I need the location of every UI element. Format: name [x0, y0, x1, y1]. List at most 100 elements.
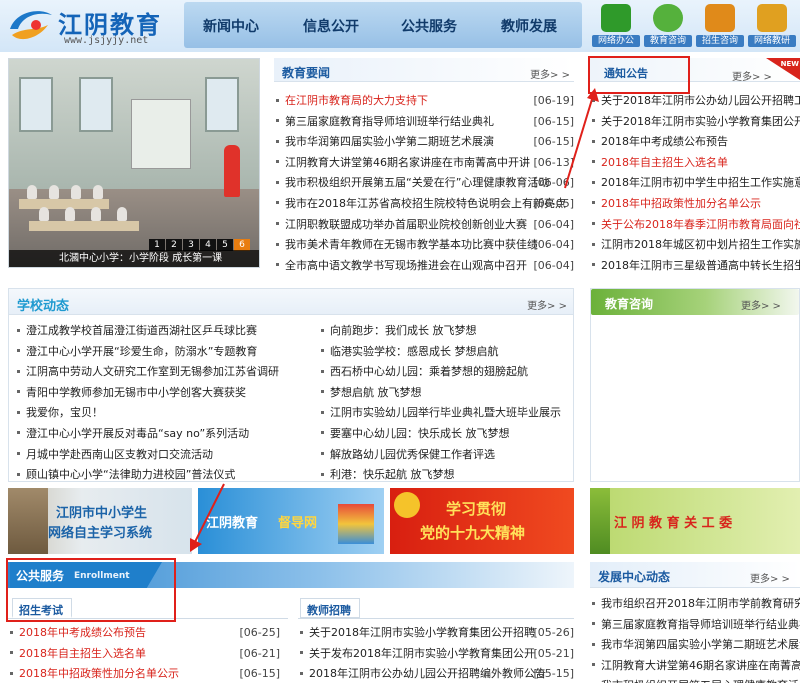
- banner-19th-congress[interactable]: 学习贯彻 党的十九大精神: [390, 488, 574, 554]
- list-item-title[interactable]: 第三届家庭教育指导师培训班举行结业典礼: [601, 618, 800, 631]
- photo-slideshow[interactable]: 123456 北漍中心小学：小学阶段 成长第一课: [8, 58, 260, 268]
- list-item-title[interactable]: 关于发布2018年江阴市实验小学教育集团公开: [309, 647, 535, 660]
- list-item[interactable]: 江阴教育大讲堂第46期名家讲座在市南菁高中开讲 [06-13]: [274, 153, 574, 174]
- list-item[interactable]: 关于2018年江阴市公办幼儿园公开招聘工作人员: [590, 91, 800, 112]
- list-item-title[interactable]: 西石桥中心幼儿园：乘着梦想的翅膀起航: [330, 365, 528, 378]
- list-item-title[interactable]: 2018年江阴市公办幼儿园公开招聘编外教师公告: [309, 667, 546, 680]
- list-item-title[interactable]: 我市积极组织开展第五届“关爱在行”心理健康教育活动: [285, 176, 549, 189]
- list-item-title[interactable]: 解放路幼儿园优秀保健工作者评选: [330, 448, 495, 461]
- slide-caption[interactable]: 北漍中心小学：小学阶段 成长第一课: [9, 250, 259, 267]
- list-item[interactable]: 梦想启航 放飞梦想: [319, 383, 569, 404]
- list-item-title[interactable]: 在江阴市教育局的大力支持下: [285, 94, 428, 107]
- list-item-title[interactable]: 我市积极组织开展第五届心理健康教育活动: [601, 679, 800, 683]
- list-item[interactable]: 澄江中心小学开展反对毒品“say no”系列活动: [15, 424, 285, 445]
- list-item[interactable]: 关于2018年江阴市实验小学教育集团公开招聘: [590, 112, 800, 133]
- consult-more-link[interactable]: 更多> >: [741, 297, 781, 312]
- list-item-title[interactable]: 江阴市实验幼儿园举行毕业典礼暨大班毕业展示: [330, 406, 561, 419]
- list-item-title[interactable]: 临港实验学校：感恩成长 梦想启航: [330, 345, 499, 358]
- school-news-more-link[interactable]: 更多> >: [527, 297, 567, 312]
- list-item[interactable]: 我市积极组织开展第五届心理健康教育活动: [590, 676, 800, 683]
- list-item[interactable]: 在江阴市教育局的大力支持下 [06-19]: [274, 91, 574, 112]
- dev-center-more-link[interactable]: 更多> >: [750, 570, 790, 585]
- list-item[interactable]: 月城中学赴西南山区支教对口交流活动: [15, 445, 285, 466]
- list-item-title[interactable]: 2018年自主招生入选名单: [601, 156, 728, 169]
- list-item[interactable]: 江阴教育大讲堂第46期名家讲座在南菁高中开讲: [590, 656, 800, 677]
- notice-more-link[interactable]: 更多> >: [732, 68, 772, 83]
- list-item-title[interactable]: 江阴教育大讲堂第46期名家讲座在市南菁高中开讲: [285, 156, 530, 169]
- banner-guangong[interactable]: 江 阴 教 育 关 工 委: [590, 488, 800, 554]
- list-item-title[interactable]: 第三届家庭教育指导师培训班举行结业典礼: [285, 115, 494, 128]
- list-item[interactable]: 2018年中考成绩公布预告 [06-25]: [8, 623, 280, 644]
- list-item-title[interactable]: 2018年自主招生入选名单: [19, 647, 146, 660]
- list-item-title[interactable]: 澄江中心小学开展“珍爱生命，防溺水”专题教育: [26, 345, 257, 358]
- list-item-title[interactable]: 梦想启航 放飞梦想: [330, 386, 422, 399]
- list-item[interactable]: 江阴职教联盟成功举办首届职业院校创新创业大赛 [06-04]: [274, 215, 574, 236]
- list-item-title[interactable]: 江阴市2018年城区初中划片招生工作实施意见: [601, 238, 800, 251]
- list-item[interactable]: 第三届家庭教育指导师培训班举行结业典礼 [06-15]: [274, 112, 574, 133]
- quick-link-office[interactable]: 网络办公: [592, 2, 640, 48]
- list-item[interactable]: 要塞中心幼儿园：快乐成长 放飞梦想: [319, 424, 569, 445]
- list-item-title[interactable]: 江阴高中劳动人文研究工作室到无锡参加江苏省调研: [26, 365, 279, 378]
- list-item[interactable]: 我市组织召开2018年江阴市学前教育研究会年会: [590, 594, 800, 615]
- list-item[interactable]: 青阳中学教师参加无锡市中小学创客大赛获奖: [15, 383, 285, 404]
- list-item-title[interactable]: 2018年江阴市三星级普通高中转长生招生简章: [601, 259, 800, 272]
- list-item[interactable]: 关于公布2018年春季江阴市教育局面向社会: [590, 215, 800, 236]
- list-item-title[interactable]: 澄江成教学校首届澄江街道西湖社区乒乓球比赛: [26, 324, 257, 337]
- list-item-title[interactable]: 2018年中招政策性加分名单公示: [19, 667, 179, 680]
- list-item[interactable]: 江阴市2018年城区初中划片招生工作实施意见: [590, 235, 800, 256]
- list-item[interactable]: 解放路幼儿园优秀保健工作者评选: [319, 445, 569, 466]
- list-item-title[interactable]: 青阳中学教师参加无锡市中小学创客大赛获奖: [26, 386, 246, 399]
- news-title[interactable]: 教育要闻: [282, 64, 330, 81]
- nav-item-teacher[interactable]: 教师发展: [484, 16, 574, 36]
- list-item-title[interactable]: 利港：快乐起航 放飞梦想: [330, 468, 455, 481]
- list-item[interactable]: 我爱你，宝贝！: [15, 403, 285, 424]
- banner-learning-system[interactable]: 江阴市中小学生 网络自主学习系统: [8, 488, 192, 554]
- list-item-title[interactable]: 我市美术青年教师在无锡市教学基本功比赛中获佳绩: [285, 238, 538, 251]
- quick-link-consult[interactable]: 教育咨询: [644, 2, 692, 48]
- list-item[interactable]: 关于发布2018年江阴市实验小学教育集团公开 [05-21]: [298, 644, 574, 665]
- list-item[interactable]: 利港：快乐起航 放飞梦想: [319, 465, 569, 486]
- dev-center-title[interactable]: 发展中心动态: [598, 568, 670, 585]
- list-item-title[interactable]: 2018年中考成绩公布预告: [19, 626, 146, 639]
- list-item-title[interactable]: 关于2018年江阴市实验小学教育集团公开招聘: [309, 626, 535, 639]
- list-item-title[interactable]: 我市组织召开2018年江阴市学前教育研究会年会: [601, 597, 800, 610]
- list-item[interactable]: 向前跑步：我们成长 放飞梦想: [319, 321, 569, 342]
- list-item[interactable]: 西石桥中心幼儿园：乘着梦想的翅膀起航: [319, 362, 569, 383]
- list-item-title[interactable]: 2018年中考成绩公布预告: [601, 135, 728, 148]
- tab-teacher-recruit[interactable]: 教师招聘: [300, 598, 360, 618]
- list-item-title[interactable]: 2018年江阴市初中学生中招生工作实施意见: [601, 176, 800, 189]
- site-logo[interactable]: 江阴教育 www.jsjyjy.net: [6, 3, 186, 49]
- list-item-title[interactable]: 关于2018年江阴市实验小学教育集团公开招聘: [601, 115, 800, 128]
- list-item[interactable]: 我市积极组织开展第五届“关爱在行”心理健康教育活动 [06-06]: [274, 173, 574, 194]
- list-item-title[interactable]: 向前跑步：我们成长 放飞梦想: [330, 324, 477, 337]
- list-item-title[interactable]: 2018年中招政策性加分名单公示: [601, 197, 761, 210]
- list-item[interactable]: 江阴市实验幼儿园举行毕业典礼暨大班毕业展示: [319, 403, 569, 424]
- list-item[interactable]: 我市在2018年江苏省高校招生院校特色说明会上有新亮点 [06-05]: [274, 194, 574, 215]
- nav-item-service[interactable]: 公共服务: [384, 16, 474, 36]
- list-item-title[interactable]: 我爱你，宝贝！: [26, 406, 103, 419]
- news-more-link[interactable]: 更多> >: [530, 66, 570, 81]
- list-item-title[interactable]: 关于公布2018年春季江阴市教育局面向社会: [601, 218, 800, 231]
- list-item[interactable]: 临港实验学校：感恩成长 梦想启航: [319, 342, 569, 363]
- list-item[interactable]: 2018年江阴市三星级普通高中转长生招生简章: [590, 256, 800, 277]
- list-item[interactable]: 江阴高中劳动人文研究工作室到无锡参加江苏省调研: [15, 362, 285, 383]
- list-item[interactable]: 第三届家庭教育指导师培训班举行结业典礼: [590, 615, 800, 636]
- list-item[interactable]: 2018年中考成绩公布预告: [590, 132, 800, 153]
- list-item-title[interactable]: 澄江中心小学开展反对毒品“say no”系列活动: [26, 427, 249, 440]
- consult-title[interactable]: 教育咨询: [605, 295, 653, 312]
- list-item-title[interactable]: 要塞中心幼儿园：快乐成长 放飞梦想: [330, 427, 510, 440]
- nav-item-info[interactable]: 信息公开: [286, 16, 376, 36]
- list-item[interactable]: 我市华润第四届实验小学第二期班艺术展演 [06-15]: [274, 132, 574, 153]
- list-item[interactable]: 2018年自主招生入选名单: [590, 153, 800, 174]
- list-item-title[interactable]: 我市华润第四届实验小学第二期班艺术展演: [601, 638, 800, 651]
- list-item-title[interactable]: 我市在2018年江苏省高校招生院校特色说明会上有新亮点: [285, 197, 566, 210]
- list-item[interactable]: 2018年江阴市公办幼儿园公开招聘编外教师公告 [05-15]: [298, 664, 574, 683]
- list-item[interactable]: 2018年中招政策性加分名单公示 [06-15]: [8, 664, 280, 683]
- list-item-title[interactable]: 我市华润第四届实验小学第二期班艺术展演: [285, 135, 494, 148]
- list-item[interactable]: 澄江中心小学开展“珍爱生命，防溺水”专题教育: [15, 342, 285, 363]
- list-item[interactable]: 2018年江阴市初中学生中招生工作实施意见: [590, 173, 800, 194]
- list-item-title[interactable]: 全市高中语文教学书写现场推进会在山观高中召开: [285, 259, 527, 272]
- list-item[interactable]: 2018年自主招生入选名单 [06-21]: [8, 644, 280, 665]
- list-item[interactable]: 顾山镇中心小学“法律助力进校园”普法仪式: [15, 465, 285, 486]
- list-item[interactable]: 澄江成教学校首届澄江街道西湖社区乒乓球比赛: [15, 321, 285, 342]
